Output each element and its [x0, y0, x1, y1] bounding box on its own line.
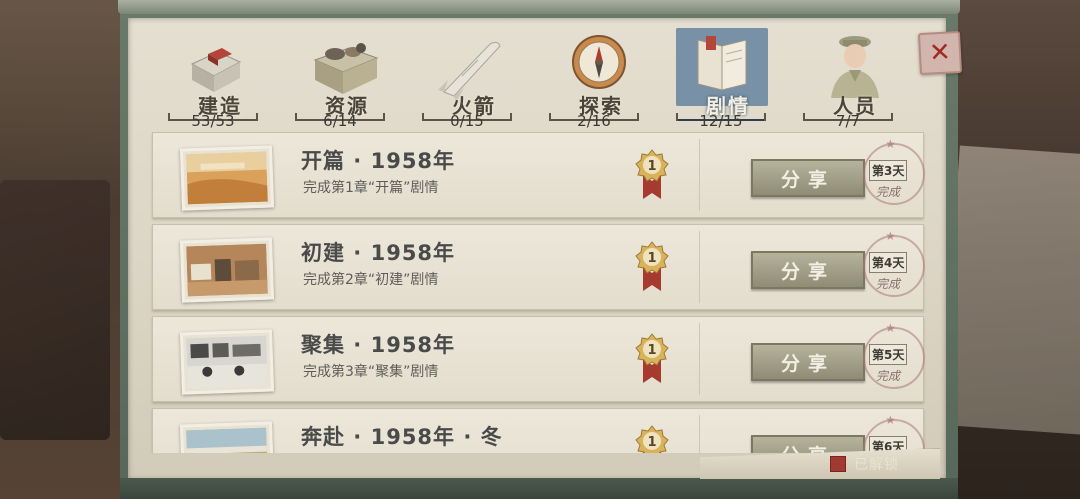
- achievement-list[interactable]: 开篇 · 1958年 完成第1章“开篇”剧情 1 分享 ★ 第3天 完成 初建 …: [140, 128, 940, 453]
- row-divider: [699, 139, 700, 211]
- tab-rocket[interactable]: 火箭 0/15: [422, 28, 522, 138]
- interior-photo: [186, 243, 268, 297]
- tab-resources[interactable]: 资源 6/14: [295, 28, 395, 138]
- completion-stamp: ★ 第3天 完成: [861, 137, 925, 211]
- list-item: 开篇 · 1958年 完成第1章“开篇”剧情 1 分享 ★ 第3天 完成: [152, 132, 925, 218]
- tab-story[interactable]: 剧情 12/15: [676, 28, 776, 138]
- share-button[interactable]: 分享: [751, 159, 865, 197]
- row-divider: [699, 323, 700, 395]
- list-item: 初建 · 1958年 完成第2章“初建”剧情 1 分享 ★ 第4天 完成: [152, 224, 925, 310]
- completion-stamp: ★ 第5天 完成: [861, 321, 925, 395]
- close-icon: ✕: [928, 37, 952, 69]
- stamp-done: 完成: [876, 369, 901, 383]
- row-divider: [699, 415, 700, 453]
- share-button[interactable]: 分享: [751, 251, 865, 289]
- unlocked-legend: 已解锁: [830, 454, 899, 474]
- stamp-done: 完成: [876, 185, 901, 199]
- office-photo: [186, 335, 268, 389]
- share-button[interactable]: 分享: [751, 435, 865, 453]
- chapter-thumbnail: [179, 237, 275, 303]
- stamp-day: 第3天: [869, 160, 908, 181]
- desert-photo: [186, 151, 268, 205]
- medal-rank: 1: [647, 159, 656, 174]
- completion-stamp: ★ 第4天 完成: [861, 229, 925, 303]
- star-icon: ★: [885, 229, 896, 243]
- medal-icon: 1: [635, 149, 669, 199]
- share-button[interactable]: 分享: [751, 343, 865, 381]
- chapter-title: 初建 · 1958年: [301, 241, 456, 265]
- medal-icon: 1: [635, 425, 669, 453]
- medal-icon: 1: [635, 241, 669, 291]
- board-top-edge: [118, 0, 960, 14]
- row-divider: [699, 231, 700, 303]
- star-icon: ★: [885, 321, 896, 335]
- star-icon: ★: [885, 413, 896, 427]
- medal-rank: 1: [647, 251, 656, 266]
- chapter-desc: 完成第3章“聚集”剧情: [303, 364, 439, 380]
- chapter-title: 开篇 · 1958年: [301, 149, 456, 173]
- chapter-title: 聚集 · 1958年: [301, 333, 456, 357]
- close-button[interactable]: ✕: [917, 30, 963, 76]
- landscape-photo: [186, 427, 268, 453]
- medal-icon: 1: [635, 333, 669, 383]
- chapter-desc: 完成第2章“初建”剧情: [303, 272, 439, 288]
- star-icon: ★: [885, 137, 896, 151]
- tab-personnel[interactable]: 人员 7/7: [803, 28, 903, 138]
- list-item: 聚集 · 1958年 完成第3章“聚集”剧情 1 分享 ★ 第5天 完成: [152, 316, 925, 402]
- chapter-desc: 完成第1章“开篇”剧情: [303, 180, 439, 196]
- tab-building[interactable]: 建造 53/53: [168, 28, 268, 138]
- board-bottom-edge: [120, 478, 958, 499]
- chapter-thumbnail: [179, 421, 275, 453]
- medal-rank: 1: [647, 343, 656, 358]
- chapter-thumbnail: [179, 145, 275, 211]
- stamp-day: 第4天: [869, 252, 908, 273]
- unlocked-swatch: [830, 456, 846, 472]
- medal-rank: 1: [647, 435, 656, 450]
- background-left: [0, 0, 125, 499]
- unlocked-label: 已解锁: [854, 457, 899, 473]
- stamp-day: 第5天: [869, 344, 908, 365]
- stamp-done: 完成: [876, 277, 901, 291]
- background-right: [940, 0, 1080, 499]
- completion-stamp: ★ 第6天: [861, 413, 925, 453]
- tab-explore[interactable]: 探索 2/16: [549, 28, 649, 138]
- chapter-thumbnail: [179, 329, 275, 395]
- list-item: 奔赴 · 1958年 · 冬 1 分享 ★ 第6天: [152, 408, 925, 453]
- chapter-title: 奔赴 · 1958年 · 冬: [301, 425, 503, 449]
